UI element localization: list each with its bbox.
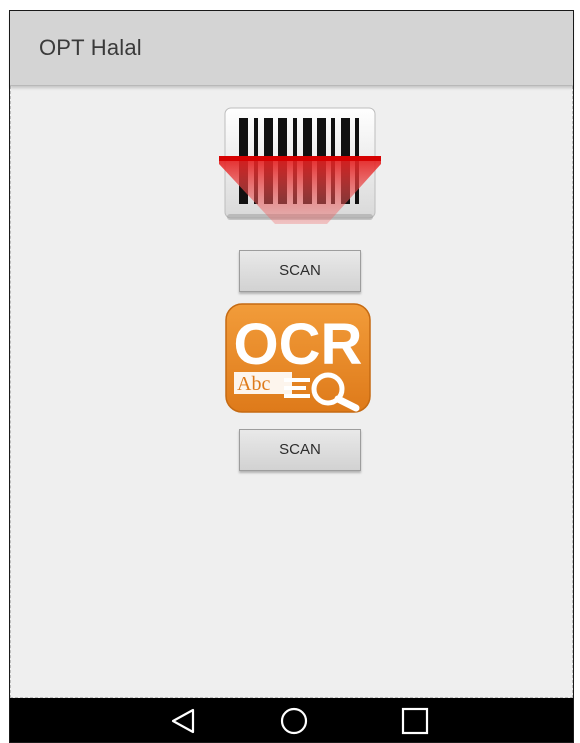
device-screen: OPT Halal SCAN OCR Abc SCAN	[9, 10, 574, 743]
recents-square-icon[interactable]	[395, 704, 435, 738]
phone-frame: OPT Halal SCAN OCR Abc SCAN	[0, 0, 580, 743]
app-bar: OPT Halal	[10, 11, 573, 86]
ocr-icon-text: OCR	[234, 312, 363, 377]
ocr-icon[interactable]: OCR Abc	[224, 302, 372, 414]
ocr-scan-button[interactable]: SCAN	[239, 429, 361, 471]
system-nav-bar	[10, 698, 573, 742]
app-title: OPT Halal	[39, 35, 142, 60]
barcode-scan-button[interactable]: SCAN	[239, 250, 361, 292]
home-circle-icon[interactable]	[274, 704, 314, 738]
ocr-icon-subtext: Abc	[237, 373, 270, 395]
barcode-scanner-icon[interactable]	[219, 106, 381, 224]
main-content: SCAN OCR Abc SCAN	[10, 86, 573, 698]
back-triangle-icon[interactable]	[163, 704, 203, 738]
